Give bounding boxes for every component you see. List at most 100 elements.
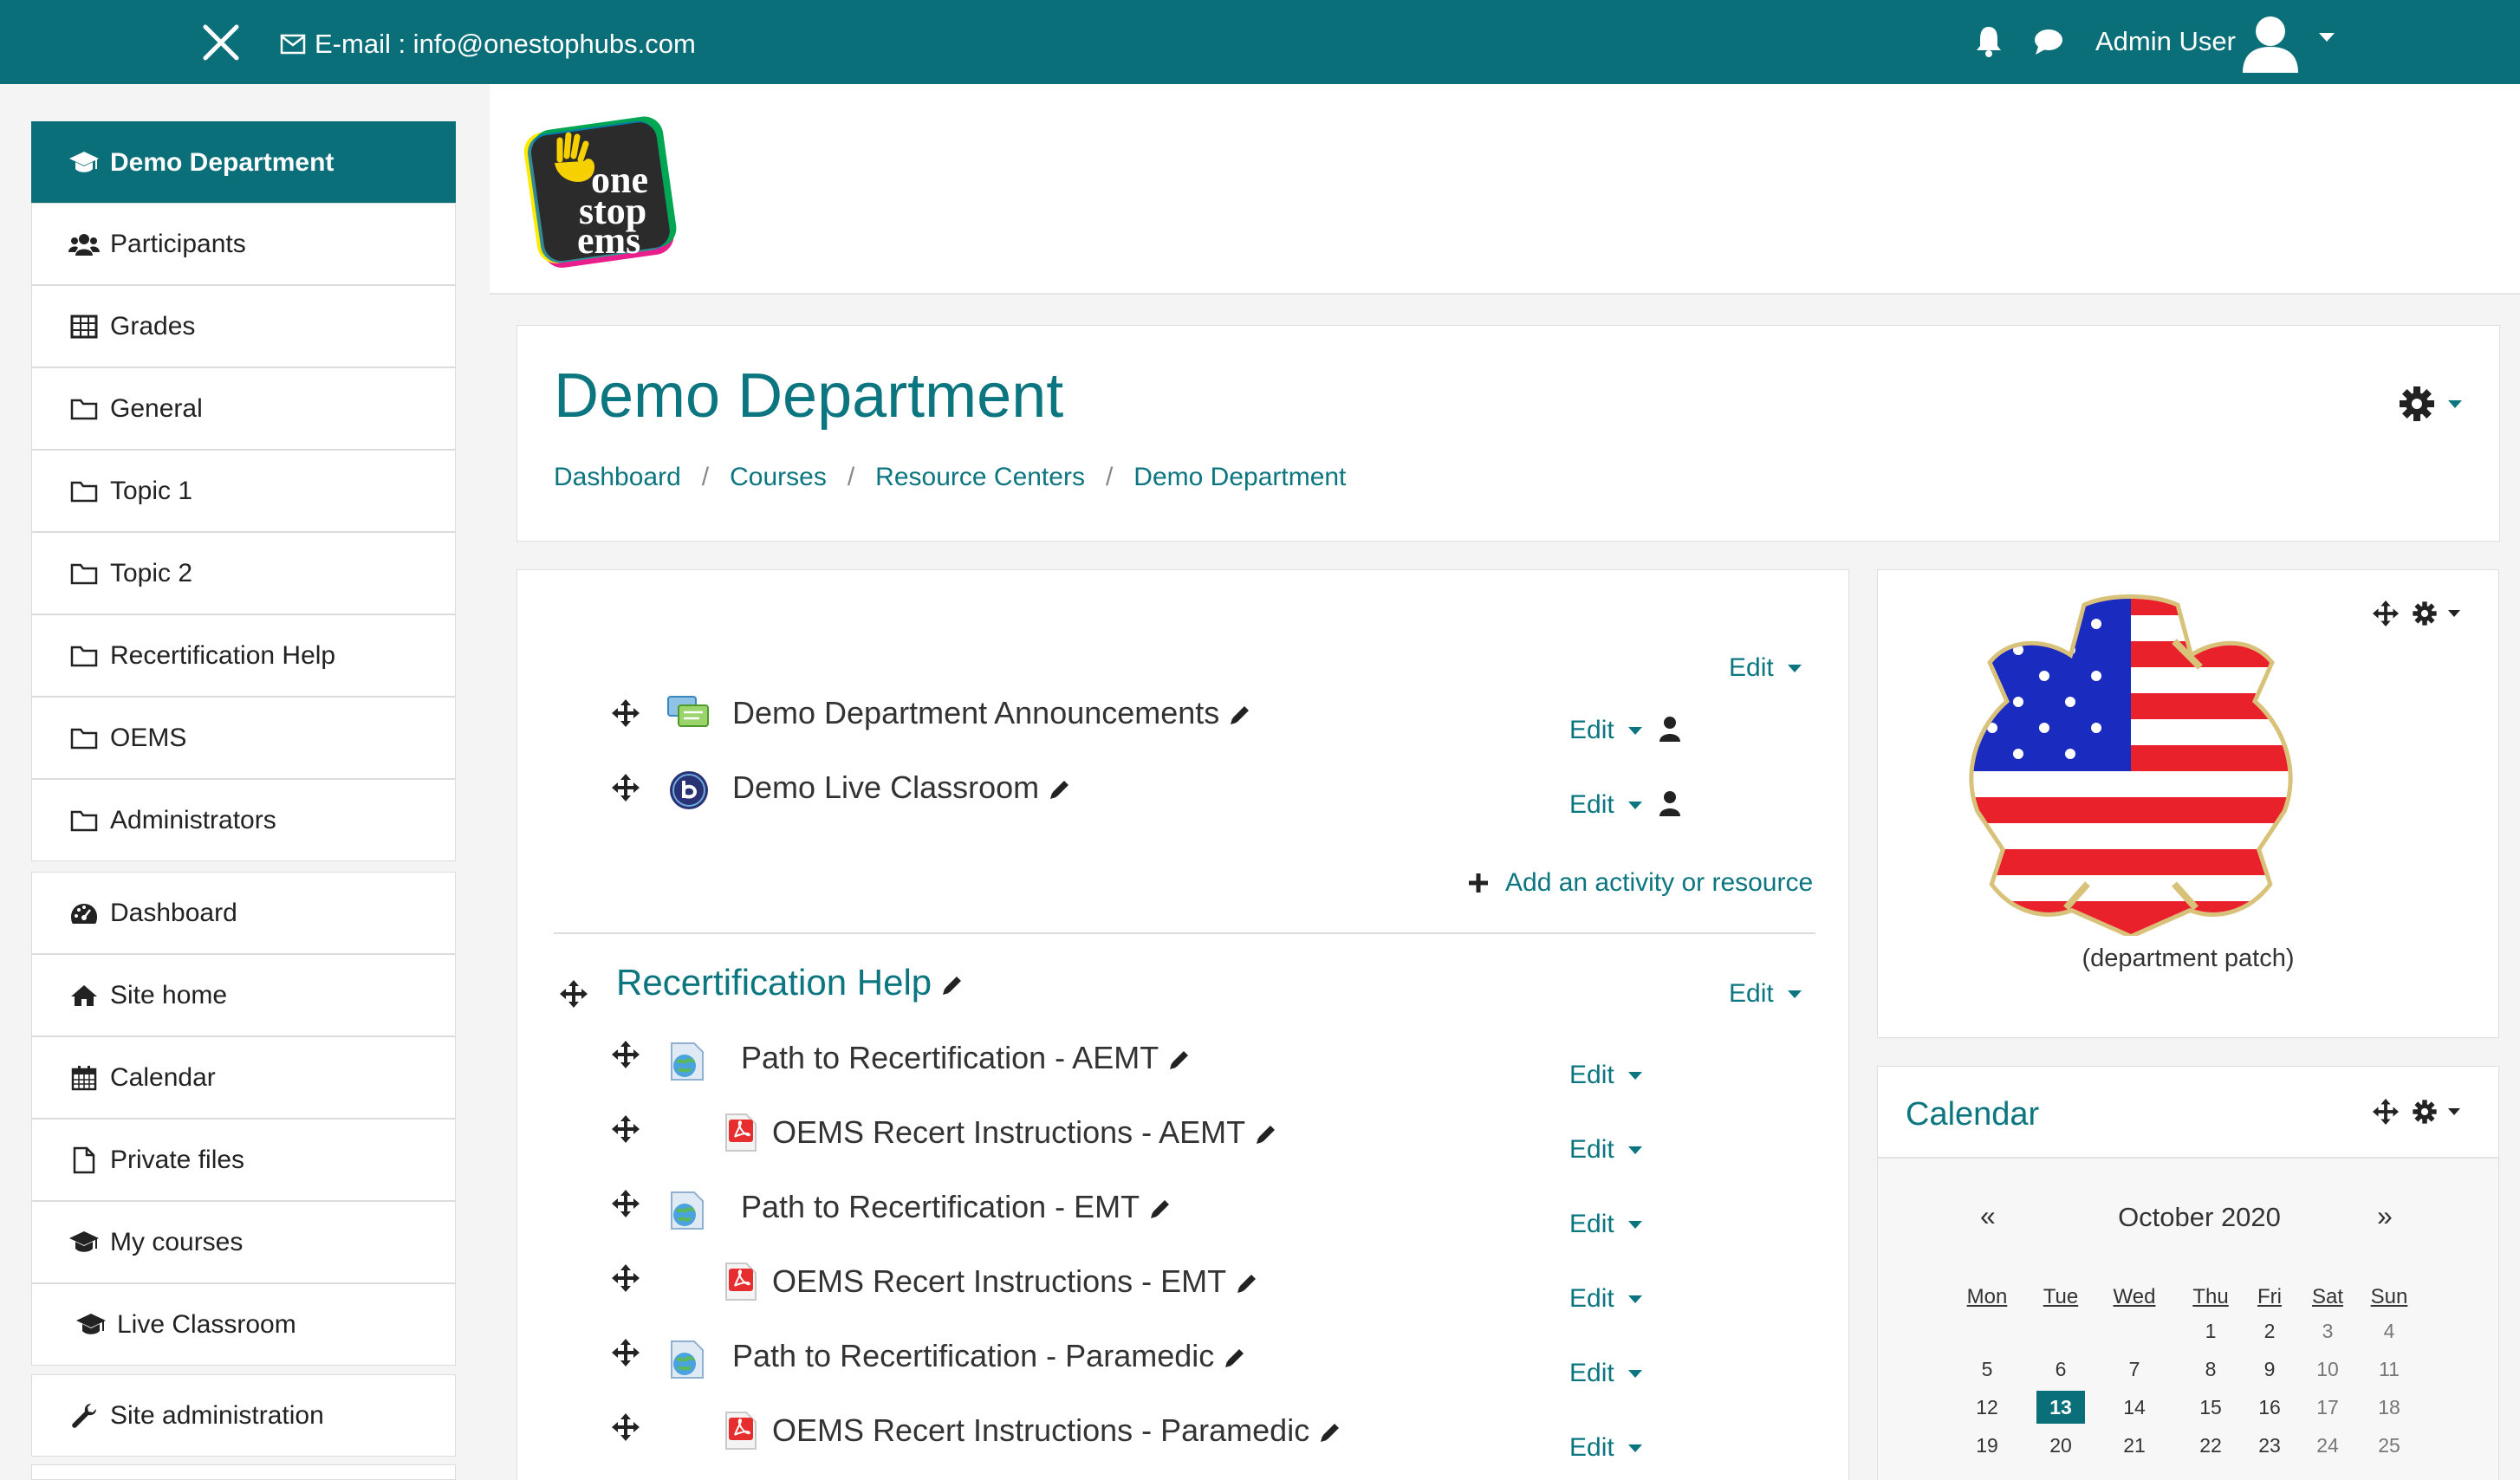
section-edit-menu[interactable]: Edit — [1729, 653, 1802, 683]
calendar-day[interactable]: 5 — [1963, 1353, 2011, 1386]
avatar[interactable] — [2239, 10, 2302, 73]
activity-edit-menu[interactable]: Edit — [1569, 716, 1642, 745]
activity-edit-menu[interactable]: Edit — [1569, 1433, 1642, 1463]
sidebar-item-dashboard[interactable]: Dashboard — [31, 872, 456, 954]
user-menu-chevron-down-icon[interactable] — [2319, 33, 2335, 43]
course-settings-gear-icon[interactable] — [2398, 385, 2464, 423]
activity-path-to-recertification-aemt[interactable]: Path to Recertification - AEMT — [741, 1040, 1192, 1076]
breadcrumb-resource-centers[interactable]: Resource Centers — [875, 463, 1085, 492]
calendar-day[interactable]: 16 — [2245, 1391, 2294, 1424]
move-icon[interactable] — [2372, 600, 2400, 627]
calendar-day[interactable]: 19 — [1963, 1429, 2011, 1462]
calendar-day[interactable]: 8 — [2186, 1353, 2235, 1386]
calendar-day[interactable]: 11 — [2365, 1353, 2413, 1386]
folder-icon — [68, 805, 100, 836]
user-name[interactable]: Admin User — [2095, 26, 2236, 57]
edit-pencil-icon[interactable] — [1228, 703, 1252, 727]
top-navbar: E-mail : info@onestophubs.com Admin User — [0, 0, 2520, 84]
calendar-day[interactable]: 23 — [2245, 1429, 2294, 1462]
calendar-day[interactable]: 12 — [1963, 1391, 2011, 1424]
calendar-day[interactable]: 6 — [2036, 1353, 2085, 1386]
sidebar-item-topic-1[interactable]: Topic 1 — [31, 450, 456, 532]
gear-icon[interactable] — [2412, 1099, 2460, 1125]
sidebar-item-administrators[interactable]: Administrators — [31, 779, 456, 861]
calendar-day[interactable]: 14 — [2110, 1391, 2159, 1424]
edit-pencil-icon[interactable] — [940, 973, 964, 997]
edit-pencil-icon[interactable] — [1254, 1122, 1278, 1146]
calendar-day[interactable]: 21 — [2110, 1429, 2159, 1462]
activity-edit-menu[interactable]: Edit — [1569, 1210, 1642, 1239]
edit-pencil-icon[interactable] — [1318, 1420, 1342, 1444]
activity-path-to-recertification-emt[interactable]: Path to Recertification - EMT — [741, 1189, 1172, 1225]
move-icon[interactable] — [2372, 1098, 2400, 1126]
sidebar-item-live-classroom[interactable]: Live Classroom — [31, 1283, 456, 1366]
section-move-icon[interactable] — [559, 979, 588, 1009]
edit-pencil-icon[interactable] — [1167, 1048, 1192, 1072]
sidebar-item-calendar[interactable]: Calendar — [31, 1036, 456, 1119]
calendar-next-month[interactable]: » — [2377, 1200, 2393, 1232]
gear-icon[interactable] — [2412, 600, 2460, 626]
notification-bell-icon[interactable] — [1974, 24, 2004, 57]
activity-oems-recert-instructions-emt[interactable]: OEMS Recert Instructions - EMT — [772, 1263, 1259, 1300]
calendar-day[interactable]: 25 — [2365, 1429, 2413, 1462]
move-icon[interactable] — [611, 1040, 640, 1069]
breadcrumb-demo-department[interactable]: Demo Department — [1133, 463, 1346, 492]
activity-demo-live-classroom[interactable]: Demo Live Classroom — [732, 769, 1072, 806]
activity-demo-department-announcements[interactable]: Demo Department Announcements — [732, 695, 1252, 731]
move-icon[interactable] — [611, 1263, 640, 1293]
activity-edit-menu[interactable]: Edit — [1569, 1284, 1642, 1314]
sidebar-item-oems[interactable]: OEMS — [31, 697, 456, 779]
site-logo[interactable]: one stop ems — [515, 106, 688, 279]
edit-pencil-icon[interactable] — [1048, 777, 1072, 802]
edit-pencil-icon[interactable] — [1235, 1271, 1259, 1295]
section-edit-menu[interactable]: Edit — [1729, 979, 1802, 1009]
calendar-day[interactable]: 1 — [2186, 1314, 2235, 1347]
move-icon[interactable] — [611, 1189, 640, 1218]
activity-path-to-recertification-paramedic[interactable]: Path to Recertification - Paramedic — [732, 1338, 1247, 1374]
calendar-day[interactable]: 18 — [2365, 1391, 2413, 1424]
activity-edit-menu[interactable]: Edit — [1569, 1359, 1642, 1388]
sidebar-item-grades[interactable]: Grades — [31, 285, 456, 367]
activity-edit-menu[interactable]: Edit — [1569, 790, 1642, 820]
messages-icon[interactable] — [2033, 28, 2064, 55]
move-icon[interactable] — [611, 773, 640, 802]
breadcrumb-dashboard[interactable]: Dashboard — [554, 463, 681, 492]
calendar-day-today[interactable]: 13 — [2036, 1391, 2085, 1424]
calendar-day[interactable]: 9 — [2245, 1353, 2294, 1386]
calendar-day[interactable]: 3 — [2303, 1314, 2352, 1347]
sidebar-item-topic-2[interactable]: Topic 2 — [31, 532, 456, 614]
sidebar-item-site-home[interactable]: Site home — [31, 954, 456, 1036]
section-title[interactable]: Recertification Help — [616, 962, 964, 1003]
move-icon[interactable] — [611, 1412, 640, 1442]
sidebar-item-general[interactable]: General — [31, 367, 456, 450]
activity-oems-recert-instructions-paramedic[interactable]: OEMS Recert Instructions - Paramedic — [772, 1412, 1342, 1449]
breadcrumb-courses[interactable]: Courses — [730, 463, 827, 492]
calendar-day[interactable]: 24 — [2303, 1429, 2352, 1462]
activity-oems-recert-instructions-aemt[interactable]: OEMS Recert Instructions - AEMT — [772, 1114, 1278, 1151]
close-drawer-icon[interactable] — [201, 23, 241, 62]
calendar-block: Calendar « October 2020 » Mon Tue Wed Thu Fr… — [1877, 1066, 2499, 1480]
sidebar-item-my-courses[interactable]: My courses — [31, 1201, 456, 1283]
calendar-day[interactable]: 2 — [2245, 1314, 2294, 1347]
sidebar-item-private-files[interactable]: Private files — [31, 1119, 456, 1201]
calendar-day[interactable]: 20 — [2036, 1429, 2085, 1462]
sidebar-item-demo-department[interactable]: Demo Department — [31, 121, 456, 204]
activity-edit-menu[interactable]: Edit — [1569, 1135, 1642, 1165]
pdf-icon — [724, 1262, 758, 1301]
calendar-day[interactable]: 17 — [2303, 1391, 2352, 1424]
sidebar-item-site-administration[interactable]: Site administration — [31, 1374, 456, 1457]
move-icon[interactable] — [611, 1114, 640, 1144]
calendar-day[interactable]: 7 — [2110, 1353, 2159, 1386]
move-icon[interactable] — [611, 698, 640, 728]
edit-pencil-icon[interactable] — [1148, 1197, 1172, 1221]
calendar-day[interactable]: 4 — [2365, 1314, 2413, 1347]
sidebar-item-participants[interactable]: Participants — [31, 203, 456, 285]
edit-pencil-icon[interactable] — [1223, 1346, 1247, 1370]
move-icon[interactable] — [611, 1338, 640, 1367]
add-activity-link[interactable]: Add an activity or resource — [1467, 868, 1813, 898]
activity-edit-menu[interactable]: Edit — [1569, 1061, 1642, 1090]
calendar-day[interactable]: 15 — [2186, 1391, 2235, 1424]
sidebar-item-recertification-help[interactable]: Recertification Help — [31, 614, 456, 697]
calendar-day[interactable]: 22 — [2186, 1429, 2235, 1462]
calendar-day[interactable]: 10 — [2303, 1353, 2352, 1386]
